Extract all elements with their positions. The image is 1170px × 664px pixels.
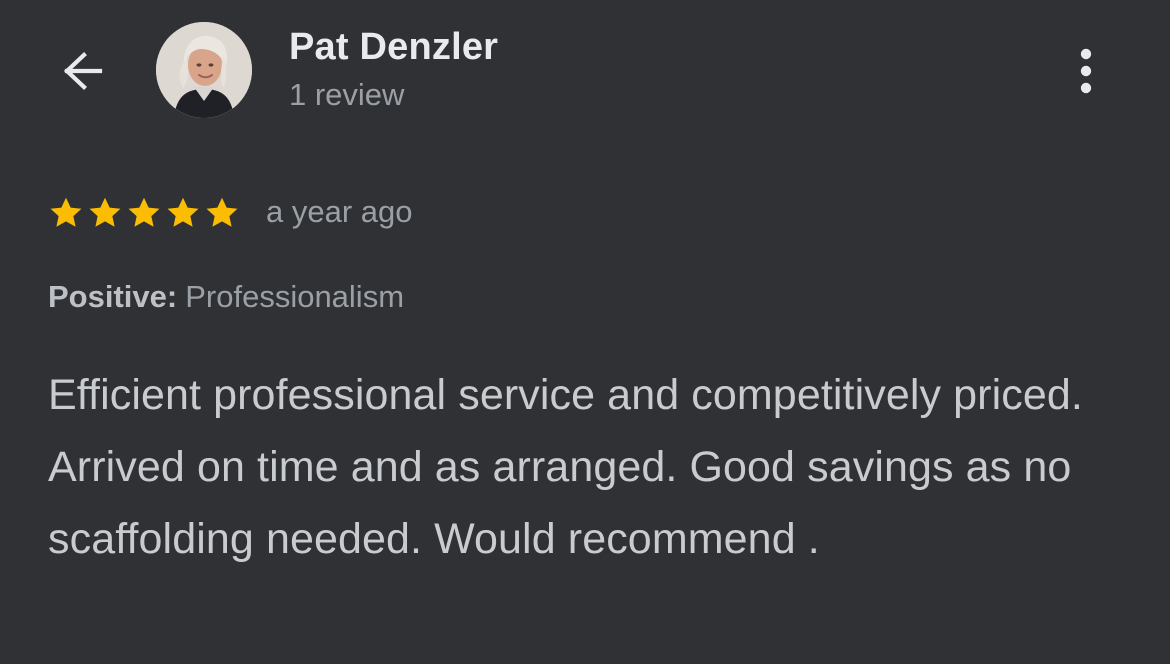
arrow-left-icon	[63, 52, 103, 90]
positive-attribute: Positive: Professionalism	[48, 279, 404, 315]
review-date: a year ago	[266, 194, 413, 229]
avatar[interactable]	[156, 22, 252, 118]
more-options-button[interactable]	[1058, 38, 1114, 104]
user-avatar-image	[156, 22, 252, 118]
review-header: Pat Denzler 1 review	[0, 0, 1170, 130]
star-icon	[128, 197, 160, 227]
star-icon	[167, 197, 199, 227]
star-icon	[89, 197, 121, 227]
reviewer-review-count: 1 review	[289, 77, 405, 112]
rating-row: a year ago	[48, 191, 413, 235]
review-text: Efficient professional service and compe…	[48, 371, 1083, 563]
back-button[interactable]	[50, 38, 116, 104]
more-vertical-icon	[1080, 48, 1092, 94]
star-rating	[48, 195, 240, 231]
star-icon	[50, 197, 82, 227]
attribute-label: Positive:	[48, 279, 178, 314]
star-icon	[206, 197, 238, 227]
attribute-value: Professionalism	[185, 279, 405, 314]
reviewer-name[interactable]: Pat Denzler	[289, 26, 498, 69]
